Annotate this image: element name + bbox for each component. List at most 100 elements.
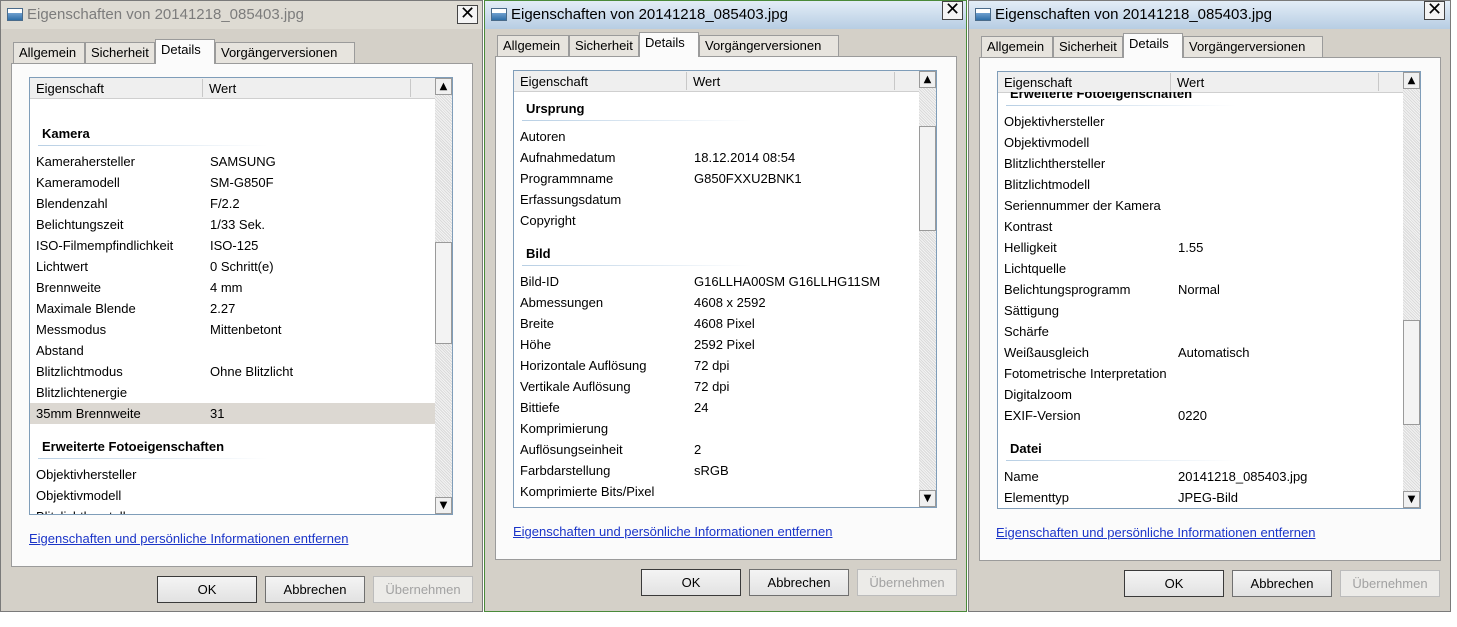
- property-row[interactable]: Lichtwert 0 Schritt(e): [30, 256, 435, 277]
- apply-button[interactable]: Übernehmen: [1340, 570, 1440, 597]
- tab-details[interactable]: Details: [155, 39, 215, 64]
- title-bar[interactable]: Eigenschaften von 20141218_085403.jpg ✕: [969, 1, 1450, 29]
- scroll-down-arrow-icon[interactable]: ▼: [919, 490, 936, 507]
- property-row[interactable]: Komprimierung: [514, 418, 919, 439]
- property-row[interactable]: Blitzlichtenergie: [30, 382, 435, 403]
- property-row[interactable]: Sättigung: [998, 300, 1403, 321]
- property-row[interactable]: Helligkeit 1.55: [998, 237, 1403, 258]
- property-row[interactable]: Schärfe: [998, 321, 1403, 342]
- vertical-scrollbar[interactable]: ▲ ▼: [435, 78, 452, 514]
- property-row[interactable]: Auflösungseinheit 2: [514, 439, 919, 460]
- tab-general[interactable]: Allgemein: [497, 35, 569, 56]
- tab-details[interactable]: Details: [639, 32, 699, 57]
- tab-security[interactable]: Sicherheit: [1053, 36, 1123, 57]
- tab-previous-versions[interactable]: Vorgängerversionen: [699, 35, 839, 56]
- tab-security[interactable]: Sicherheit: [85, 42, 155, 63]
- column-separator[interactable]: [686, 72, 687, 90]
- ok-button[interactable]: OK: [641, 569, 741, 596]
- property-row[interactable]: Kameramodell SM-G850F: [30, 172, 435, 193]
- property-row[interactable]: Objektivhersteller: [998, 111, 1403, 132]
- column-separator[interactable]: [202, 79, 203, 97]
- property-row[interactable]: Bittiefe 24: [514, 397, 919, 418]
- property-row[interactable]: Brennweite 4 mm: [30, 277, 435, 298]
- property-row[interactable]: Blitzlichthersteller: [30, 506, 435, 514]
- property-row[interactable]: Abmessungen 4608 x 2592: [514, 292, 919, 313]
- column-separator[interactable]: [1170, 73, 1171, 91]
- scroll-up-arrow-icon[interactable]: ▲: [435, 78, 452, 95]
- property-row[interactable]: Autoren: [514, 126, 919, 147]
- property-row[interactable]: Belichtungszeit 1/33 Sek.: [30, 214, 435, 235]
- property-row[interactable]: EXIF-Version 0220: [998, 405, 1403, 426]
- column-property[interactable]: Eigenschaft: [36, 81, 104, 96]
- property-row[interactable]: Programmname G850FXXU2BNK1: [514, 168, 919, 189]
- cancel-button[interactable]: Abbrechen: [749, 569, 849, 596]
- tab-previous-versions[interactable]: Vorgängerversionen: [215, 42, 355, 63]
- property-row[interactable]: Aufnahmedatum 18.12.2014 08:54: [514, 147, 919, 168]
- property-row[interactable]: Digitalzoom: [998, 384, 1403, 405]
- column-separator[interactable]: [410, 79, 411, 97]
- property-row[interactable]: Breite 4608 Pixel: [514, 313, 919, 334]
- property-row[interactable]: Blitzlichthersteller: [998, 153, 1403, 174]
- property-row[interactable]: Kontrast: [998, 216, 1403, 237]
- close-button[interactable]: ✕: [942, 1, 963, 20]
- scroll-up-arrow-icon[interactable]: ▲: [1403, 72, 1420, 89]
- scroll-up-arrow-icon[interactable]: ▲: [919, 71, 936, 88]
- property-row[interactable]: Blitzlichtmodell: [998, 174, 1403, 195]
- remove-properties-link[interactable]: Eigenschaften und persönliche Informatio…: [996, 525, 1315, 540]
- property-row[interactable]: Blitzlichtmodus Ohne Blitzlicht: [30, 361, 435, 382]
- cancel-button[interactable]: Abbrechen: [1232, 570, 1332, 597]
- property-row[interactable]: Weißausgleich Automatisch: [998, 342, 1403, 363]
- column-value[interactable]: Wert: [209, 81, 236, 96]
- scroll-thumb[interactable]: [1403, 320, 1420, 425]
- property-row[interactable]: Elementtyp JPEG-Bild: [998, 487, 1403, 508]
- property-row[interactable]: Objektivhersteller: [30, 464, 435, 485]
- tab-general[interactable]: Allgemein: [981, 36, 1053, 57]
- close-button[interactable]: ✕: [1424, 1, 1445, 20]
- column-value[interactable]: Wert: [1177, 75, 1204, 90]
- property-row[interactable]: 35mm Brennweite 31: [30, 403, 435, 424]
- property-row[interactable]: Horizontale Auflösung 72 dpi: [514, 355, 919, 376]
- property-row[interactable]: Name 20141218_085403.jpg: [998, 466, 1403, 487]
- ok-button[interactable]: OK: [1124, 570, 1224, 597]
- tab-general[interactable]: Allgemein: [13, 42, 85, 63]
- property-row[interactable]: Höhe 2592 Pixel: [514, 334, 919, 355]
- scroll-down-arrow-icon[interactable]: ▼: [1403, 491, 1420, 508]
- property-row[interactable]: Komprimierte Bits/Pixel: [514, 481, 919, 502]
- property-row[interactable]: Copyright: [514, 210, 919, 231]
- column-separator[interactable]: [1378, 73, 1379, 91]
- vertical-scrollbar[interactable]: ▲ ▼: [919, 71, 936, 507]
- close-button[interactable]: ✕: [457, 5, 478, 24]
- scroll-thumb[interactable]: [435, 242, 452, 344]
- property-row[interactable]: Abstand: [30, 340, 435, 361]
- property-row[interactable]: Objektivmodell: [30, 485, 435, 506]
- property-row[interactable]: Blendenzahl F/2.2: [30, 193, 435, 214]
- column-property[interactable]: Eigenschaft: [520, 74, 588, 89]
- property-row[interactable]: Messmodus Mittenbetont: [30, 319, 435, 340]
- scroll-down-arrow-icon[interactable]: ▼: [435, 497, 452, 514]
- tab-details[interactable]: Details: [1123, 33, 1183, 58]
- column-property[interactable]: Eigenschaft: [1004, 75, 1072, 90]
- property-row[interactable]: Vertikale Auflösung 72 dpi: [514, 376, 919, 397]
- property-row[interactable]: Seriennummer der Kamera: [998, 195, 1403, 216]
- ok-button[interactable]: OK: [157, 576, 257, 603]
- cancel-button[interactable]: Abbrechen: [265, 576, 365, 603]
- property-row[interactable]: Kamerahersteller SAMSUNG: [30, 151, 435, 172]
- remove-properties-link[interactable]: Eigenschaften und persönliche Informatio…: [29, 531, 348, 546]
- property-row[interactable]: ISO-Filmempfindlichkeit ISO-125: [30, 235, 435, 256]
- tab-security[interactable]: Sicherheit: [569, 35, 639, 56]
- title-bar[interactable]: Eigenschaften von 20141218_085403.jpg ✕: [485, 1, 966, 29]
- property-row[interactable]: Fotometrische Interpretation: [998, 363, 1403, 384]
- tab-previous-versions[interactable]: Vorgängerversionen: [1183, 36, 1323, 57]
- property-row[interactable]: Lichtquelle: [998, 258, 1403, 279]
- vertical-scrollbar[interactable]: ▲ ▼: [1403, 72, 1420, 508]
- property-row[interactable]: Maximale Blende 2.27: [30, 298, 435, 319]
- property-row[interactable]: Bild-ID G16LLHA00SM G16LLHG11SM: [514, 271, 919, 292]
- property-row[interactable]: Erfassungsdatum: [514, 189, 919, 210]
- column-separator[interactable]: [894, 72, 895, 90]
- column-value[interactable]: Wert: [693, 74, 720, 89]
- apply-button[interactable]: Übernehmen: [373, 576, 473, 603]
- scroll-thumb[interactable]: [919, 126, 936, 231]
- property-row[interactable]: Farbdarstellung sRGB: [514, 460, 919, 481]
- property-row[interactable]: Objektivmodell: [998, 132, 1403, 153]
- apply-button[interactable]: Übernehmen: [857, 569, 957, 596]
